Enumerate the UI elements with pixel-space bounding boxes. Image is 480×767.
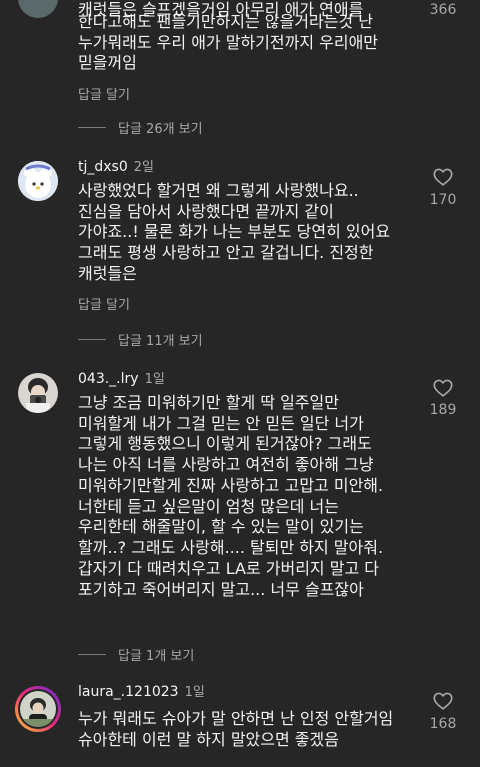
avatar-image <box>18 373 58 413</box>
comment-line: 캐럿들은 <box>78 264 137 283</box>
like-count: 366 <box>429 2 457 18</box>
comment-line: 할까..? 그래도 사랑해.... 탈퇴만 하지 말아줘. <box>78 538 384 557</box>
replies-divider <box>78 654 106 655</box>
comment-line: 진심을 담아서 사랑했다면 끝까지 같이 <box>78 202 334 221</box>
username[interactable]: tj_dxs0 <box>78 159 128 175</box>
comment-header: 043._.lry 1일 <box>78 368 165 387</box>
avatar-image <box>18 161 58 201</box>
comment-line: 그래도 평생 사랑하고 안고 갈겁니다. 진정한 <box>78 243 374 262</box>
comment-line: 누가 뭐래도 슈아가 말 안하면 난 인정 안할거임 <box>78 709 394 728</box>
reply-button[interactable]: 답글 달기 <box>78 294 130 313</box>
like-count: 189 <box>429 402 457 418</box>
view-replies-label: 답글 1개 보기 <box>118 649 195 664</box>
view-replies-label: 답글 26개 보기 <box>118 122 203 137</box>
comment-line: 그렇게 행동했으니 이렇게 된거잖아? 그래도 <box>78 434 372 453</box>
comment-line: 가야죠..! 물론 화가 나는 부분도 당연히 있어요 <box>78 222 391 241</box>
username[interactable]: 043._.lry <box>78 371 139 387</box>
comment-line: 갑자기 다 때려치우고 LA로 가버리지 말고 다 <box>78 559 379 578</box>
comment-line: 믿을꺼임 <box>78 53 137 72</box>
comment-line: 사랑했었다 할거면 왜 그렇게 사랑했나요.. <box>78 181 359 200</box>
comment-line: 나는 아직 너를 사랑하고 여전히 좋아해 그냥 <box>78 455 374 474</box>
heart-outline-icon <box>433 168 453 186</box>
replies-divider <box>78 127 106 128</box>
heart-outline-icon <box>433 692 453 710</box>
comment-line: 포기하고 죽어버리지 말고... 너무 슬프잖아 <box>78 580 364 599</box>
like-count: 168 <box>429 716 457 732</box>
like-count: 170 <box>429 192 457 208</box>
comment-age: 1일 <box>184 685 205 700</box>
comment-line: 한다고해도 팬들기만하지는 않을거라는것 난 <box>78 12 373 31</box>
top-comment-avatar[interactable] <box>18 0 58 18</box>
avatar[interactable] <box>18 161 58 201</box>
avatar-story-ring[interactable] <box>15 686 61 732</box>
view-replies-button[interactable]: 답글 11개 보기 <box>78 330 203 349</box>
avatar <box>20 691 56 727</box>
comment-header: laura_.121023 1일 <box>78 681 205 700</box>
comment-line: 너한테 듣고 싶은말이 엄청 많은데 너는 <box>78 497 339 516</box>
comment-line: 미워할게 내가 그걸 믿는 안 믿든 일단 너가 <box>78 414 364 433</box>
reply-button[interactable]: 답글 달기 <box>78 84 130 103</box>
comment-line: 미워하기만할게 진짜 사랑하고 고맙고 미안해. <box>78 476 384 495</box>
like-button[interactable] <box>432 166 454 192</box>
comment-line: 누가뭐래도 우리 애가 말하기전까지 우리애만 <box>78 33 379 52</box>
view-replies-button[interactable]: 답글 26개 보기 <box>78 118 203 137</box>
comment-line: 슈아한테 이런 말 하지 말았으면 좋겠음 <box>78 730 339 749</box>
like-button[interactable] <box>432 377 454 403</box>
comment-age: 1일 <box>144 372 165 387</box>
username[interactable]: laura_.121023 <box>78 684 179 700</box>
replies-divider <box>78 339 106 340</box>
view-replies-label: 답글 11개 보기 <box>118 334 203 349</box>
like-button[interactable] <box>432 690 454 716</box>
view-replies-button[interactable]: 답글 1개 보기 <box>78 645 194 664</box>
comment-header: tj_dxs0 2일 <box>78 156 154 175</box>
avatar[interactable] <box>18 373 58 413</box>
avatar-image <box>20 691 56 727</box>
comment-line: 우리한테 해줄말이, 할 수 있는 말이 있기는 <box>78 517 364 536</box>
comment-age: 2일 <box>133 160 154 175</box>
heart-outline-icon <box>433 379 453 397</box>
comment-line: 그냥 조금 미워하기만 할게 딱 일주일만 <box>78 393 339 412</box>
